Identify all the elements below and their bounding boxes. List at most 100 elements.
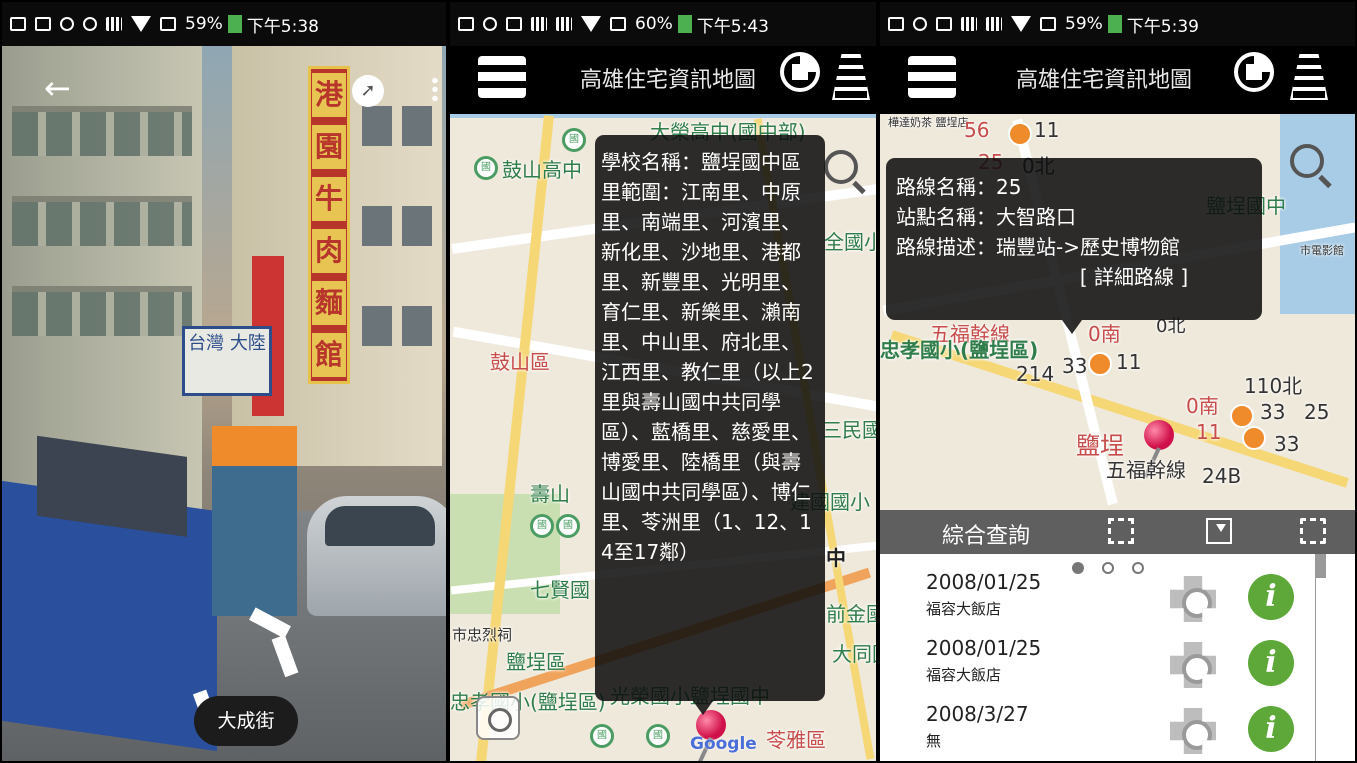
street-view-image[interactable]: 港 園 牛 肉 麵 館 台灣 大陸 xyxy=(2,46,446,761)
list-item[interactable]: 2008/01/25 福容大飯店 i xyxy=(926,636,1306,702)
sign-char: 園 xyxy=(312,125,346,169)
info-icon[interactable]: i xyxy=(1248,640,1294,686)
vibrate-icon xyxy=(106,17,122,31)
location-icon xyxy=(83,17,97,31)
status-bar: 59% 下午5:39 xyxy=(880,2,1355,46)
beef-noodle-sign: 港 園 牛 肉 麵 館 xyxy=(308,66,350,384)
map-label: 忠孝國小(鹽埕區) xyxy=(450,690,606,714)
wifi-icon xyxy=(131,16,151,32)
menu-icon[interactable] xyxy=(478,56,526,98)
vr-icon xyxy=(483,17,497,31)
district-label: 鼓山區 xyxy=(490,350,550,374)
battery-icon xyxy=(677,15,692,33)
collapse-icon[interactable] xyxy=(1108,518,1134,544)
route-description: 路線描述：瑞豐站->歷史博物館 xyxy=(896,235,1180,259)
school-marker-icon[interactable]: 國 xyxy=(646,724,670,748)
map-label: 11 xyxy=(1196,420,1222,444)
forklift xyxy=(212,426,297,616)
info-icon[interactable]: i xyxy=(1248,706,1294,752)
school-marker-icon[interactable]: 國 xyxy=(590,724,614,748)
barcode-icon xyxy=(961,17,977,31)
blue-truck xyxy=(2,435,217,752)
info-icon[interactable]: i xyxy=(1248,574,1294,620)
bus-map-screen: 59% 下午5:39 高雄住宅資訊地圖 樺達奶茶 鹽埕店 56 11 25 0北… xyxy=(878,0,1357,763)
battery-percent: 59% xyxy=(185,14,223,34)
sim-icon xyxy=(1040,17,1056,31)
clipboard-icon xyxy=(936,17,952,31)
map-label: 0南 xyxy=(1186,394,1219,418)
statistics-icon[interactable] xyxy=(780,52,820,92)
map-label: 鼓山高中 xyxy=(502,158,582,182)
map-label: 市電影館 xyxy=(1300,244,1344,257)
expand-icon[interactable] xyxy=(1300,518,1326,544)
map-label: 33 xyxy=(1274,432,1300,456)
street-name-label: 大成街 xyxy=(194,696,298,746)
school-marker-icon[interactable]: 國 xyxy=(474,156,498,180)
vibrate-icon xyxy=(986,17,1002,31)
search-icon[interactable] xyxy=(1290,144,1324,178)
clock: 下午5:43 xyxy=(696,16,769,37)
wifi-icon xyxy=(1011,16,1031,32)
map-label: 214 xyxy=(1016,362,1055,386)
app-title: 高雄住宅資訊地圖 xyxy=(580,68,757,93)
wifi-icon xyxy=(581,16,601,32)
route-name: 路線名稱：25 xyxy=(896,175,1022,199)
school-info-tooltip: 學校名稱：鹽埕國中區里範圍：江南里、中原里、南端里、河濱里、新化里、沙地里、港都… xyxy=(595,135,825,715)
result-list: 2008/01/25 福容大飯店 i 2008/01/25 福容大飯店 i 20… xyxy=(880,554,1355,761)
search-icon[interactable] xyxy=(824,150,858,184)
list-scrollbar[interactable] xyxy=(1315,554,1326,761)
list-item[interactable]: 2008/01/25 福容大飯店 i xyxy=(926,570,1306,636)
combined-query-tab[interactable]: 綜合查詢 xyxy=(942,518,1030,550)
silver-car xyxy=(307,496,446,616)
map-label: 33 xyxy=(1062,354,1088,378)
school-marker-icon[interactable]: 國 xyxy=(530,514,554,538)
school-marker-icon[interactable]: 國 xyxy=(562,128,586,152)
image-icon xyxy=(888,17,904,31)
clipboard-icon xyxy=(506,17,522,31)
back-arrow-icon[interactable]: ← xyxy=(44,72,71,104)
map-label: 11 xyxy=(1034,118,1060,142)
google-logo: Google xyxy=(690,734,757,754)
sign-char: 港 xyxy=(312,73,346,117)
district-label: 苓雅區 xyxy=(766,728,826,752)
map-label: 中 xyxy=(826,546,846,570)
bus-stop-icon[interactable] xyxy=(1230,404,1254,428)
bus-route-tooltip: 路線名稱：25 站點名稱：大智路口 路線描述：瑞豐站->歷史博物館 [ 詳細路線… xyxy=(886,158,1262,334)
map-label: 0南 xyxy=(1088,322,1121,346)
bus-stop-icon[interactable] xyxy=(1008,122,1032,146)
map-label: 樺達奶茶 鹽埕店 xyxy=(888,116,969,129)
clock: 下午5:39 xyxy=(1126,16,1199,37)
map-label: 56 xyxy=(964,118,990,142)
map-label: 110北 xyxy=(1244,374,1303,398)
map-label: 11 xyxy=(1116,350,1142,374)
sign-char: 麵 xyxy=(312,281,346,325)
menu-icon[interactable] xyxy=(908,56,956,98)
download-icon[interactable] xyxy=(1206,518,1232,544)
map-label: 三民國小 xyxy=(822,418,876,442)
compass-icon[interactable]: ➚ xyxy=(352,75,384,107)
app-header: 高雄住宅資訊地圖 xyxy=(880,46,1355,114)
more-options-icon[interactable] xyxy=(432,76,438,102)
school-marker-icon[interactable]: 國 xyxy=(556,514,580,538)
sim-icon xyxy=(610,17,626,31)
notification-icon xyxy=(10,17,26,31)
bus-stop-icon[interactable] xyxy=(1088,352,1112,376)
list-item[interactable]: 2008/3/27 無 i xyxy=(926,702,1306,761)
street-view-screen: 59% 下午5:38 港 園 牛 肉 麵 館 台灣 大陸 ← ➚ 大成街 xyxy=(0,0,448,763)
bus-stop-icon[interactable] xyxy=(1242,426,1266,450)
my-location-icon[interactable] xyxy=(476,696,520,740)
map-label: 五福幹線 xyxy=(1106,458,1186,482)
route-detail-link[interactable]: [ 詳細路線 ] xyxy=(896,262,1252,292)
battery-percent: 60% xyxy=(635,14,673,34)
sign-char: 牛 xyxy=(312,177,346,221)
statistics-icon[interactable] xyxy=(1234,52,1274,92)
selected-location-pin[interactable] xyxy=(1144,420,1174,450)
clock: 下午5:38 xyxy=(246,16,319,37)
app-title: 高雄住宅資訊地圖 xyxy=(1016,68,1193,93)
layers-icon[interactable] xyxy=(1290,54,1328,100)
vr-icon xyxy=(60,17,74,31)
map-label: 壽山 xyxy=(530,482,570,506)
layers-icon[interactable] xyxy=(832,54,870,100)
status-bar: 59% 下午5:38 xyxy=(2,2,446,46)
barcode-icon xyxy=(531,17,547,31)
